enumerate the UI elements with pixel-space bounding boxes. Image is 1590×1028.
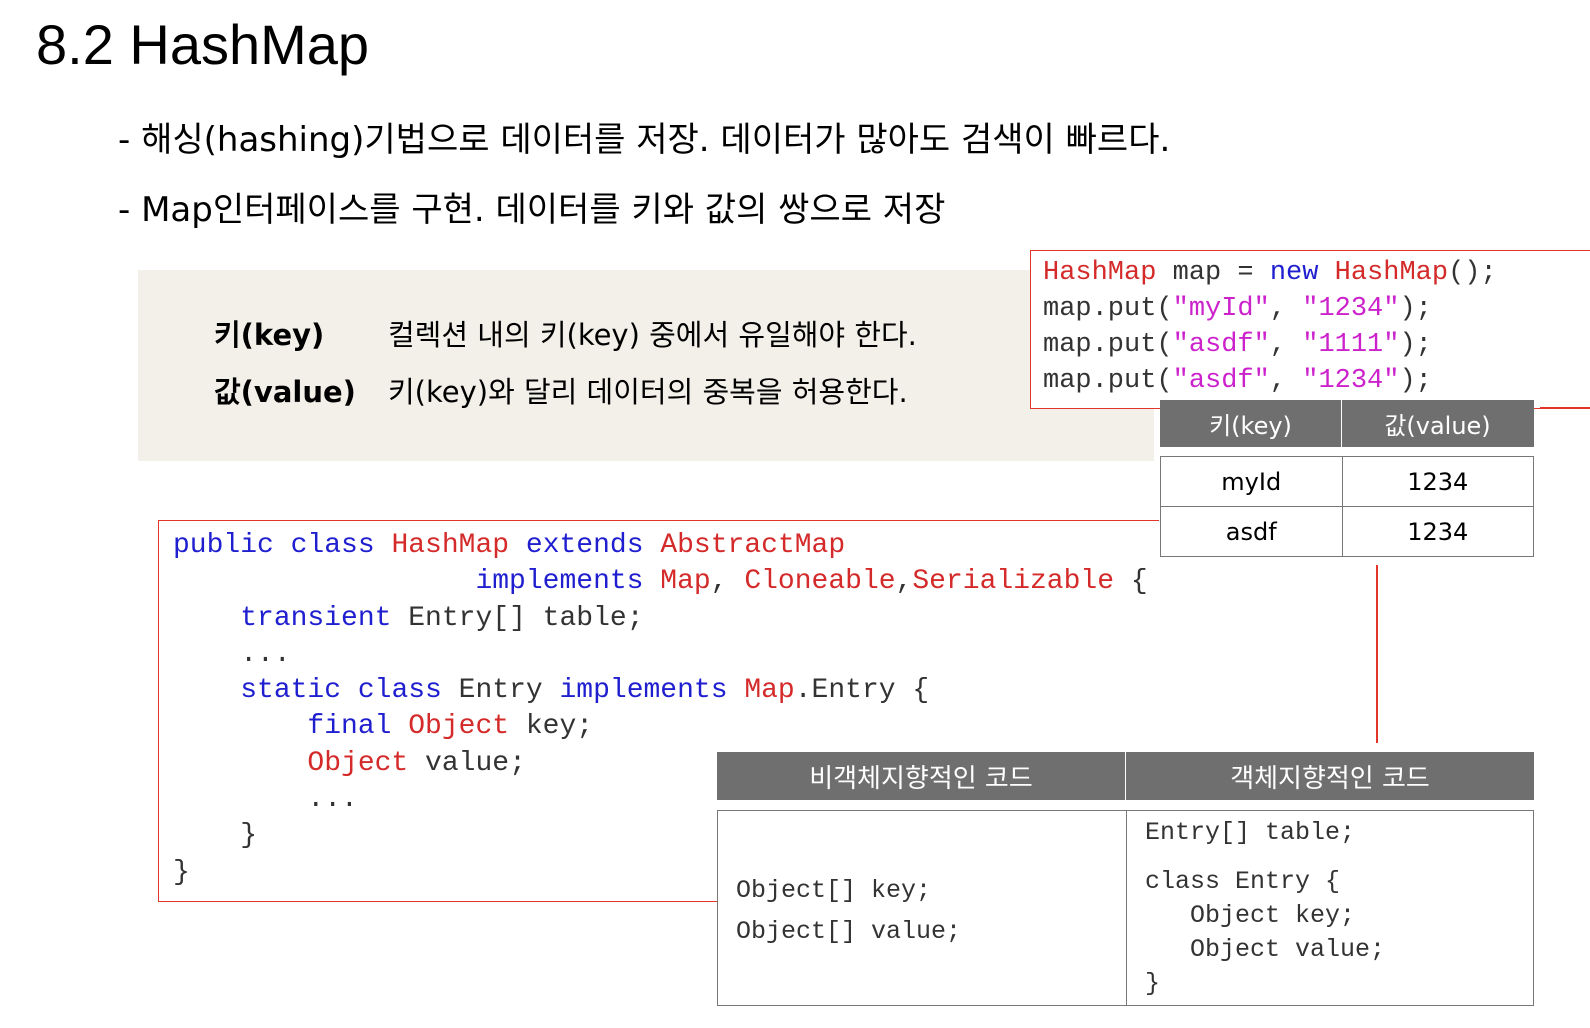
bullet-hashing: - 해싱(hashing)기법으로 데이터를 저장. 데이터가 많아도 검색이 … <box>118 120 1171 160</box>
code-line: HashMap map = new HashMap(); <box>1043 258 1497 288</box>
code-line: implements Map, Cloneable,Serializable { <box>475 566 1148 598</box>
header-non-oop: 비객체지향적인 코드 <box>809 763 1033 794</box>
table-header: 비객체지향적인 코드 객체지향적인 코드 <box>717 752 1534 800</box>
code-line: public class HashMap extends AbstractMap <box>173 530 846 561</box>
definition-term: 값(value) <box>214 375 356 409</box>
header-oop: 객체지향적인 코드 <box>1125 752 1534 800</box>
table-row: myId 1234 <box>1161 457 1533 506</box>
key-value-table: 키(key) 값(value) myId 1234 asdf 1234 <box>1160 400 1534 557</box>
page-title: 8.2 HashMap <box>36 13 370 76</box>
code-line: map.put("myId", "1234"); <box>1043 294 1432 324</box>
code-line: ... <box>173 638 291 670</box>
header-key: 키(key) <box>1209 412 1292 440</box>
map-put-code-box: HashMap map = new HashMap(); map.put("myI… <box>1030 250 1590 409</box>
definition-desc: 컬렉션 내의 키(key) 중에서 유일해야 한다. <box>388 318 917 352</box>
definition-key: 키(key) 컬렉션 내의 키(key) 중에서 유일해야 한다. <box>214 316 917 354</box>
comparison-table: 비객체지향적인 코드 객체지향적인 코드 Object[] key; Objec… <box>717 752 1534 1006</box>
non-oop-cell: Object[] key; Object[] value; <box>718 811 1127 1005</box>
bullet-map-interface: - Map인터페이스를 구현. 데이터를 키와 값의 쌍으로 저장 <box>118 190 946 230</box>
code-line: static class Entry implements Map.Entry … <box>240 675 930 707</box>
header-value: 값(value) <box>1341 400 1533 447</box>
definition-term: 키(key) <box>214 318 325 352</box>
connector-line <box>1376 565 1378 743</box>
definition-value: 값(value) 키(key)와 달리 데이터의 중복을 허용한다. <box>214 373 908 411</box>
connector-line <box>1540 407 1590 409</box>
definition-box: 키(key) 컬렉션 내의 키(key) 중에서 유일해야 한다. 값(value… <box>138 270 1154 461</box>
cell-key: myId <box>1221 467 1282 496</box>
non-oop-code: Object[] key; Object[] value; <box>736 876 962 946</box>
code-line: final Object key; <box>307 711 594 743</box>
oop-code-class: class Entry { Object key; Object value; … <box>1145 867 1386 998</box>
table-header: 키(key) 값(value) <box>1160 400 1534 447</box>
oop-code-table: Entry[] table; <box>1145 818 1356 847</box>
table-row: asdf 1234 <box>1161 506 1533 556</box>
code-line: map.put("asdf", "1234"); <box>1043 366 1432 396</box>
cell-value: 1234 <box>1341 507 1533 556</box>
table-body: Object[] key; Object[] value; Entry[] ta… <box>717 810 1534 1006</box>
code-line: map.put("asdf", "1111"); <box>1043 330 1432 360</box>
cell-value: 1234 <box>1341 457 1533 506</box>
definition-desc: 키(key)와 달리 데이터의 중복을 허용한다. <box>388 375 908 409</box>
table-body: myId 1234 asdf 1234 <box>1160 456 1534 557</box>
code-line: transient Entry[] table; <box>240 602 644 634</box>
map-put-code: HashMap map = new HashMap(); map.put("myI… <box>1043 255 1497 399</box>
cell-key: asdf <box>1225 517 1277 546</box>
oop-cell: Entry[] table; class Entry { Object key;… <box>1127 811 1533 1005</box>
